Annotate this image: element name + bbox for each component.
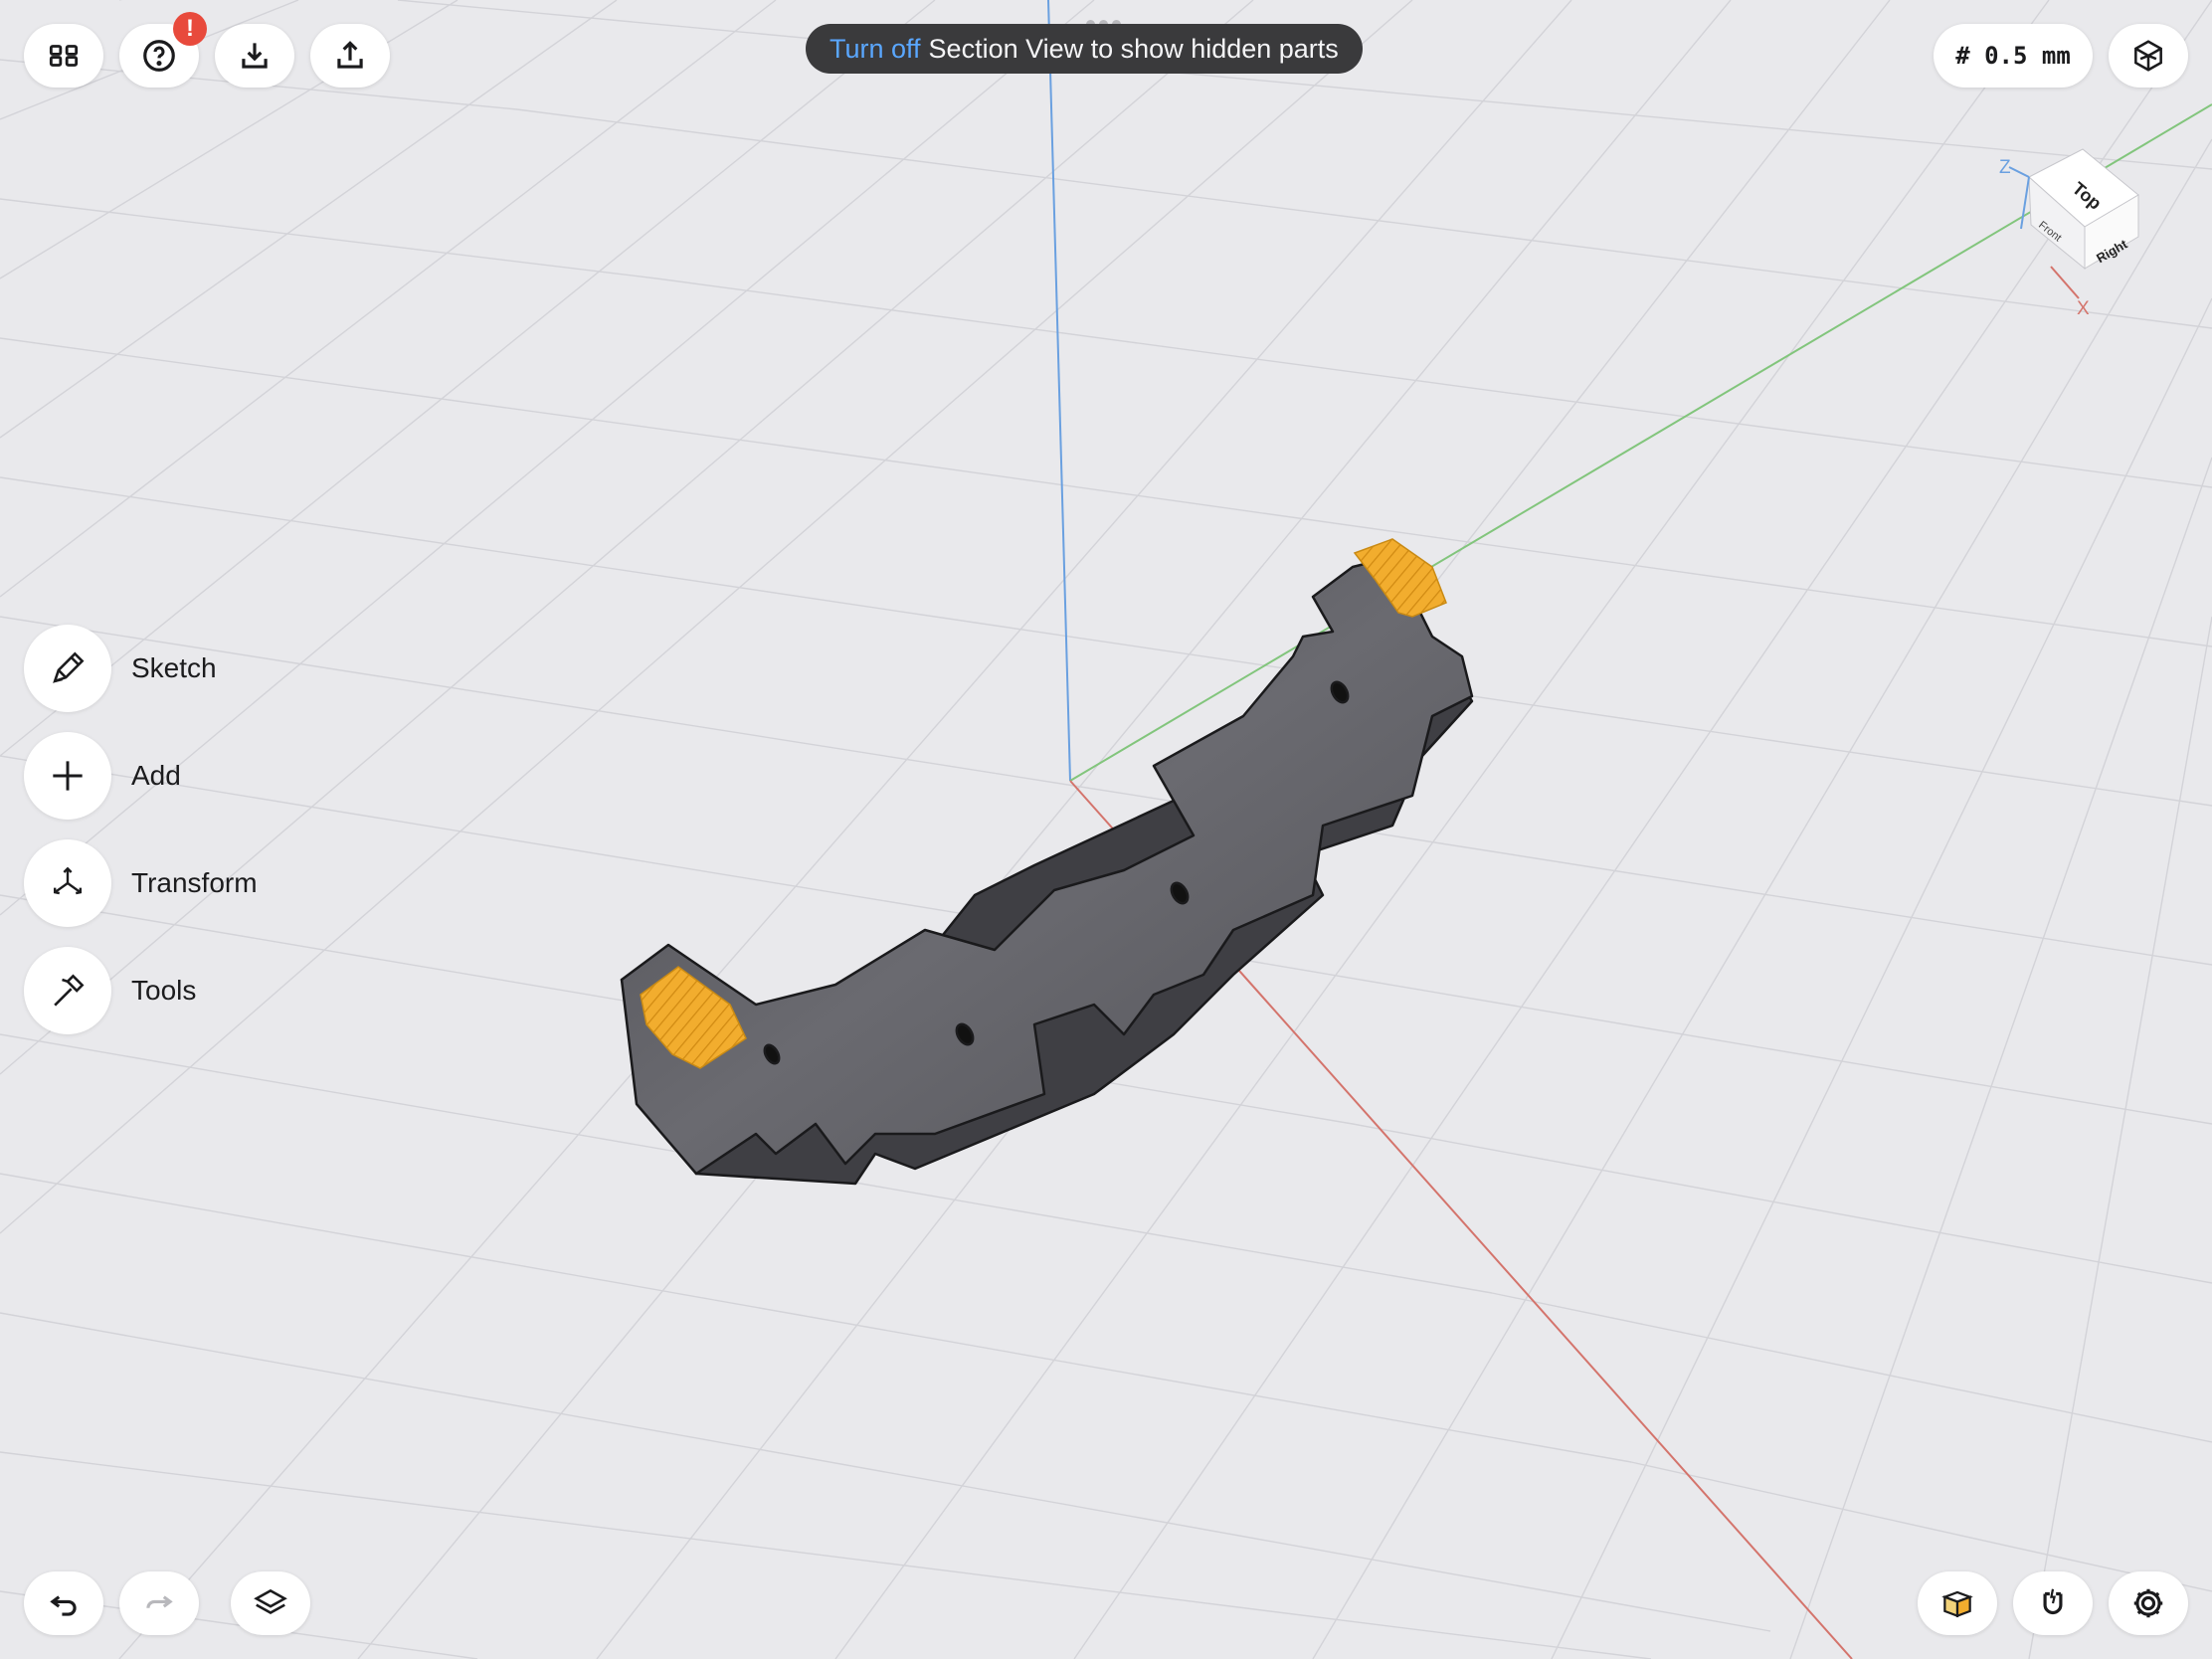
layers-button[interactable]: [231, 1571, 310, 1635]
axis-z-label: Z: [1999, 157, 2011, 178]
pencil-icon: [53, 651, 85, 683]
snapping-button[interactable]: [2013, 1571, 2093, 1635]
turn-off-link[interactable]: Turn off: [830, 34, 921, 65]
transform-arrows-icon: [53, 866, 83, 895]
tool-transform-label: Transform: [131, 867, 258, 898]
import-button[interactable]: [215, 24, 294, 88]
section-cube-icon: [1941, 1590, 1973, 1618]
sketch-button[interactable]: [24, 625, 111, 712]
tool-tools[interactable]: Tools: [24, 947, 196, 1034]
redo-icon: [146, 1595, 173, 1608]
share-icon: [337, 41, 363, 69]
layers-icon: [254, 1588, 287, 1614]
cube-view-icon: [2134, 40, 2162, 72]
tool-add[interactable]: Add: [24, 732, 181, 820]
notification-badge[interactable]: !: [173, 12, 207, 46]
undo-button[interactable]: [24, 1571, 103, 1635]
section-view-button[interactable]: [1918, 1571, 1997, 1635]
tool-sketch[interactable]: Sketch: [24, 625, 217, 712]
hammer-icon: [54, 974, 85, 1007]
add-button[interactable]: [24, 732, 111, 820]
section-view-banner[interactable]: Turn off Section View to show hidden par…: [806, 24, 1363, 74]
grid-size-button[interactable]: # 0.5 mm: [1934, 24, 2093, 88]
settings-button[interactable]: [2109, 1571, 2188, 1635]
tool-transform[interactable]: Transform: [24, 839, 258, 927]
transform-button[interactable]: [24, 839, 111, 927]
redo-button[interactable]: [119, 1571, 199, 1635]
tool-sketch-label: Sketch: [131, 652, 217, 683]
gear-icon: [2133, 1588, 2163, 1618]
magnet-icon: [2043, 1588, 2063, 1615]
view-mode-button[interactable]: [2109, 24, 2188, 88]
banner-message: Section View to show hidden parts: [928, 33, 1339, 64]
help-icon: [143, 40, 175, 72]
ground-grid: [0, 0, 2212, 1659]
grid-view-button[interactable]: [24, 24, 103, 88]
tool-tools-label: Tools: [131, 975, 197, 1006]
plus-icon: [53, 761, 83, 791]
view-cube[interactable]: Top Front Right Z X: [1999, 148, 2139, 319]
axis-x-label: X: [2077, 298, 2090, 319]
grid-icon: [49, 45, 79, 67]
tools-button[interactable]: [24, 947, 111, 1034]
download-icon: [242, 43, 268, 69]
3d-viewport[interactable]: Top Front Right Z X: [0, 0, 2212, 1659]
z-axis: [1047, 0, 1071, 782]
undo-icon: [50, 1595, 77, 1616]
export-button[interactable]: [310, 24, 390, 88]
tool-add-label: Add: [131, 760, 181, 791]
